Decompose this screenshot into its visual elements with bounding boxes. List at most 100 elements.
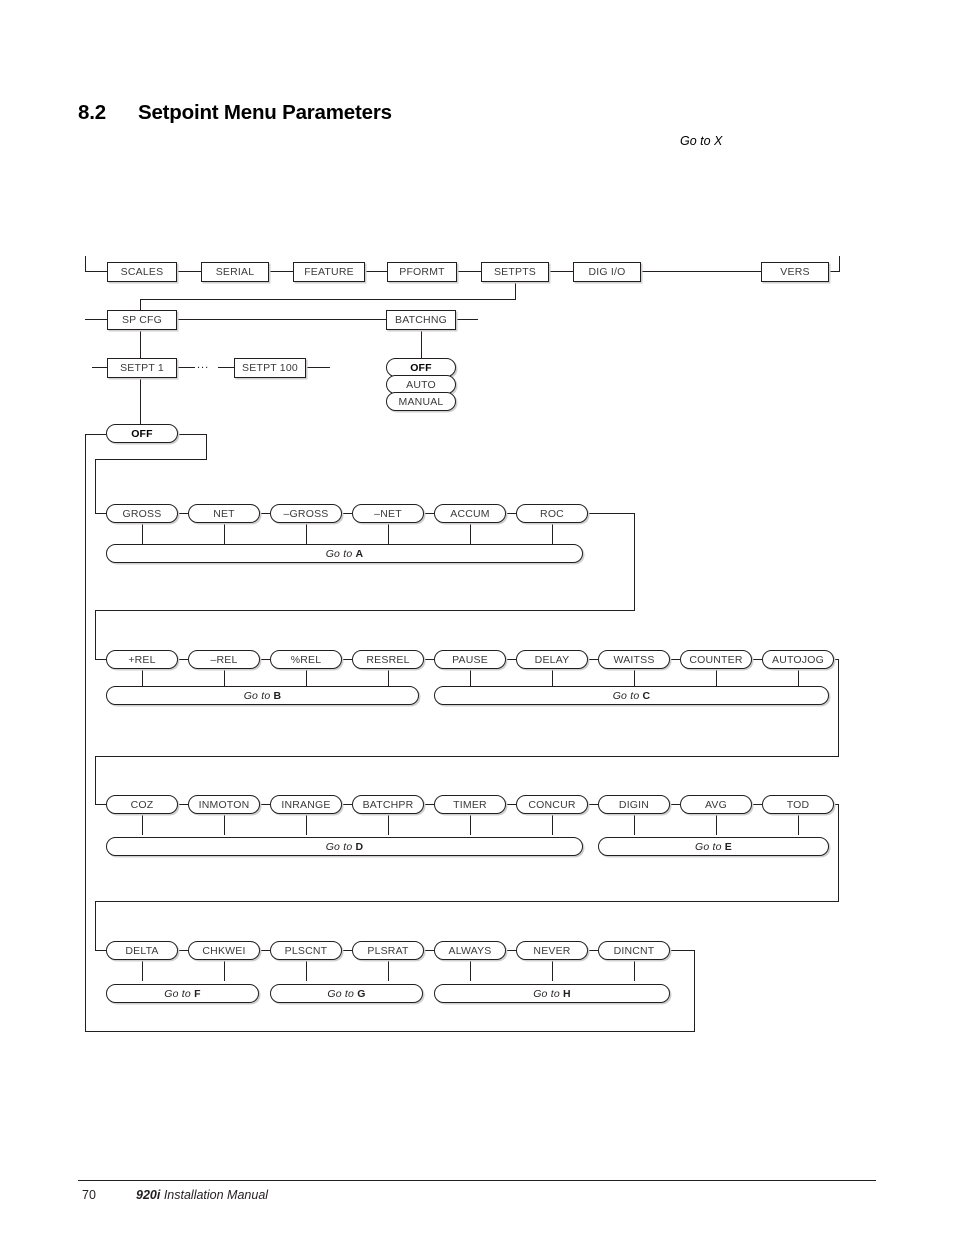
connector-h-tick-1 (470, 960, 471, 981)
node-label: OFF (410, 362, 432, 374)
connector-setpts-drop (515, 282, 516, 300)
connector-outer-bottom (85, 1031, 695, 1032)
setpoint-kind-neg-net[interactable]: –NET (352, 504, 424, 523)
setpoint-kind-pct-rel[interactable]: %REL (270, 650, 342, 669)
menu-node-vers[interactable]: VERS (761, 262, 829, 282)
connector-d-tick-5 (470, 814, 471, 835)
setpoint-kind-timer[interactable]: TIMER (434, 795, 506, 814)
connector-setpt1-drop (140, 378, 141, 424)
setpoint-kind-accum[interactable]: ACCUM (434, 504, 506, 523)
setpoint-kind-dincnt[interactable]: DINCNT (598, 941, 670, 960)
node-label: GROSS (122, 508, 162, 520)
goto-bar-label: Go to (533, 988, 563, 1000)
setpoint-kind-never[interactable]: NEVER (516, 941, 588, 960)
node-label: CONCUR (528, 799, 576, 811)
menu-node-setpts[interactable]: SETPTS (481, 262, 549, 282)
connector-a-wrap-back (95, 610, 635, 611)
setpoint-kind-avg[interactable]: AVG (680, 795, 752, 814)
goto-bar-g[interactable]: Go to G (270, 984, 423, 1003)
setpoint-kind-inrange[interactable]: INRANGE (270, 795, 342, 814)
connector-c-2 (588, 659, 598, 660)
setpoint-kind-waitss[interactable]: WAITSS (598, 650, 670, 669)
node-label: DIGIN (618, 799, 650, 811)
setpoint-kind-digin[interactable]: DIGIN (598, 795, 670, 814)
goto-bar-e[interactable]: Go to E (598, 837, 829, 856)
goto-bar-label: Go to (612, 690, 643, 702)
connector-d-3 (342, 804, 352, 805)
setpoint-kind-net[interactable]: NET (188, 504, 260, 523)
setpoint-kind-resrel[interactable]: RESREL (352, 650, 424, 669)
connector-a-3 (342, 513, 352, 514)
setpoint-kind-concur[interactable]: CONCUR (516, 795, 588, 814)
connector-a-4 (424, 513, 434, 514)
setpoint-kind-delay[interactable]: DELAY (516, 650, 588, 669)
goto-bar-h[interactable]: Go to H (434, 984, 670, 1003)
setpoint-kind-delta[interactable]: DELTA (106, 941, 178, 960)
setpoint-kind-gross[interactable]: GROSS (106, 504, 178, 523)
menu-node-batchng[interactable]: BATCHNG (386, 310, 456, 330)
menu-node-scales[interactable]: SCALES (107, 262, 177, 282)
goto-bar-a[interactable]: Go to A (106, 544, 583, 563)
connector-batchng-right-stub (456, 319, 478, 320)
node-label: AUTO (406, 379, 436, 391)
connector-a-tick-2 (224, 523, 225, 544)
node-label: INMOTON (198, 799, 250, 811)
setpoint-kind-plscnt[interactable]: PLSCNT (270, 941, 342, 960)
menu-node-sp-cfg[interactable]: SP CFG (107, 310, 177, 330)
footer-model: 920i (136, 1188, 161, 1202)
menu-node-feature[interactable]: FEATURE (293, 262, 365, 282)
connector-kind-off-right (178, 434, 207, 435)
node-label: TOD (786, 799, 810, 811)
goto-bar-f[interactable]: Go to F (106, 984, 259, 1003)
node-label: SERIAL (215, 266, 255, 278)
setpoint-kind-roc[interactable]: ROC (516, 504, 588, 523)
connector-a-tick-3 (306, 523, 307, 544)
node-label: COUNTER (689, 654, 743, 666)
setpoint-kind-tod[interactable]: TOD (762, 795, 834, 814)
goto-bar-b[interactable]: Go to B (106, 686, 419, 705)
node-label: SETPT 1 (120, 362, 164, 374)
setpoint-kind-inmoton[interactable]: INMOTON (188, 795, 260, 814)
node-label: –GROSS (283, 508, 329, 520)
setpoint-kind-neg-gross[interactable]: –GROSS (270, 504, 342, 523)
menu-node-setpt-100[interactable]: SETPT 100 (234, 358, 306, 378)
connector-digio-vers (641, 271, 761, 272)
setpoint-kind-chkwei[interactable]: CHKWEI (188, 941, 260, 960)
setpoint-kind-always[interactable]: ALWAYS (434, 941, 506, 960)
menu-node-dig-io[interactable]: DIG I/O (573, 262, 641, 282)
node-label: TIMER (453, 799, 487, 811)
connector-g-h (424, 950, 434, 951)
node-label: ALWAYS (448, 945, 492, 957)
connector-kind-off-left-stub (85, 434, 106, 435)
menu-node-setpt-1[interactable]: SETPT 1 (107, 358, 177, 378)
connector-d-tick-3 (306, 814, 307, 835)
menu-node-serial[interactable]: SERIAL (201, 262, 269, 282)
setpoint-kind-coz[interactable]: COZ (106, 795, 178, 814)
setpoint-kind-plsrat[interactable]: PLSRAT (352, 941, 424, 960)
node-label: SP CFG (121, 314, 163, 326)
goto-bar-c[interactable]: Go to C (434, 686, 829, 705)
node-label: ROC (540, 508, 564, 520)
connector-setpt1-ellipsis (177, 367, 195, 368)
node-label: ACCUM (450, 508, 490, 520)
setpoint-kind-counter[interactable]: COUNTER (680, 650, 752, 669)
connector-b-c (424, 659, 434, 660)
connector-serial-feature (269, 271, 293, 272)
setpoint-kind-minus-rel[interactable]: –REL (188, 650, 260, 669)
batching-option-manual[interactable]: MANUAL (386, 392, 456, 411)
connector-d-2 (260, 804, 270, 805)
menu-node-pformt[interactable]: PFORMT (387, 262, 457, 282)
kind-option-off[interactable]: OFF (106, 424, 178, 443)
setpoint-kind-autojog[interactable]: AUTOJOG (762, 650, 834, 669)
setpoint-kind-pause[interactable]: PAUSE (434, 650, 506, 669)
connector-pformt-setpts (457, 271, 481, 272)
setpoint-kind-plus-rel[interactable]: +REL (106, 650, 178, 669)
goto-bar-ref: H (563, 988, 571, 1000)
connector-f-tick-1 (142, 960, 143, 981)
connector-gross-left-stub (95, 513, 106, 514)
node-label: VERS (780, 266, 810, 278)
setpoint-kind-batchpr[interactable]: BATCHPR (352, 795, 424, 814)
goto-bar-d[interactable]: Go to D (106, 837, 583, 856)
goto-bar-label: Go to (327, 988, 358, 1000)
connector-feature-pformt (365, 271, 387, 272)
